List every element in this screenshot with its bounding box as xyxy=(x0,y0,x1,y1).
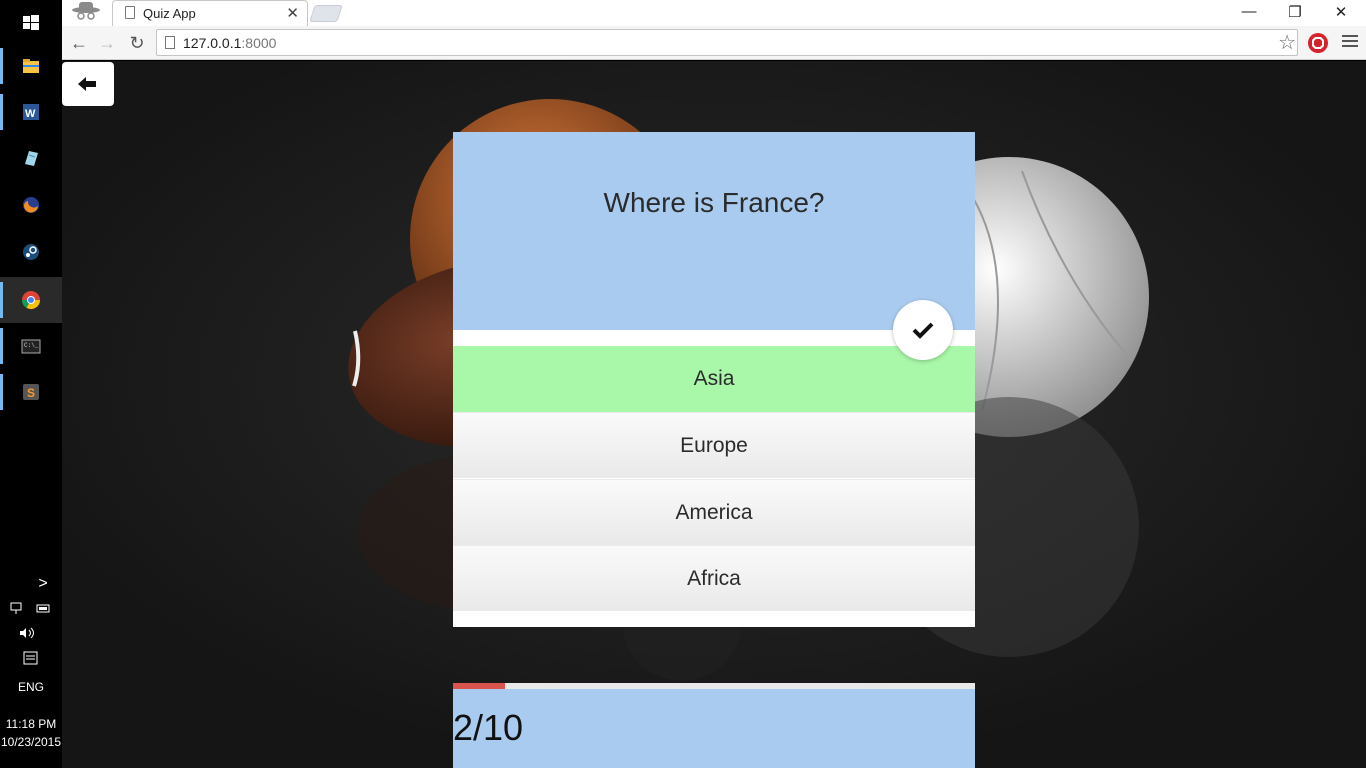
checkmark-icon xyxy=(912,322,934,339)
svg-text:S: S xyxy=(27,386,35,400)
progress-counter: 2/10 xyxy=(453,707,524,748)
steam-icon xyxy=(23,244,39,260)
restore-button[interactable]: ❐ xyxy=(1272,3,1318,21)
page-content: Where is France? Asia Europe America Afr… xyxy=(62,61,1366,768)
minimize-button[interactable]: — xyxy=(1226,3,1272,20)
notifications-icon[interactable] xyxy=(0,650,62,671)
extension-stop-icon[interactable] xyxy=(1308,33,1328,53)
menu-icon[interactable] xyxy=(1342,32,1358,50)
bookmark-star-icon[interactable]: ☆ xyxy=(1278,30,1296,55)
quiz-card: Where is France? Asia Europe America Afr… xyxy=(453,132,975,627)
progress-bar xyxy=(453,683,975,689)
address-host: 127.0.0.1 xyxy=(183,35,242,51)
network-icon xyxy=(10,602,50,614)
close-window-button[interactable]: ✕ xyxy=(1318,3,1364,21)
incognito-icon xyxy=(72,2,100,20)
volume-icon[interactable] xyxy=(0,626,62,643)
tray-chevron-icon[interactable]: > xyxy=(0,575,62,593)
tray-network-battery[interactable] xyxy=(0,601,62,618)
folder-icon xyxy=(23,59,39,73)
progress-bar-fill xyxy=(453,683,506,689)
new-tab-button[interactable] xyxy=(309,5,343,22)
progress-panel: 2/10 xyxy=(453,683,975,768)
word-icon: W xyxy=(23,104,39,120)
browser-toolbar: ← → ↻ 127.0.0.1:8000 ☆ xyxy=(62,26,1366,60)
question-panel: Where is France? xyxy=(453,132,975,330)
taskbar-notepad[interactable] xyxy=(0,135,62,181)
forward-arrow-icon[interactable]: → xyxy=(95,31,119,55)
question-text: Where is France? xyxy=(603,187,825,218)
tab-close-icon[interactable]: ✕ xyxy=(286,4,299,22)
browser-titlebar: Quiz App ✕ — ❐ ✕ xyxy=(62,0,1366,26)
clock-time[interactable]: 11:18 PM xyxy=(0,717,62,731)
answer-option-america[interactable]: America xyxy=(453,479,975,545)
arrow-left-icon xyxy=(78,77,96,91)
firefox-icon xyxy=(23,197,39,213)
back-button[interactable] xyxy=(62,62,114,106)
taskbar-sublime[interactable]: S xyxy=(0,369,62,415)
answer-option-asia[interactable]: Asia xyxy=(453,346,975,412)
page-info-icon[interactable] xyxy=(165,36,175,49)
tab-quiz-app[interactable]: Quiz App ✕ xyxy=(112,0,308,26)
address-port: :8000 xyxy=(241,35,277,51)
answer-option-africa[interactable]: Africa xyxy=(453,545,975,611)
back-arrow-icon[interactable]: ← xyxy=(67,31,91,55)
terminal-icon: C:\_ xyxy=(21,339,41,354)
notepad-icon xyxy=(25,151,38,166)
windows-taskbar: W C:\_ S > ENG 11:18 PM 10/23/2015 xyxy=(0,0,62,768)
taskbar-file-explorer[interactable] xyxy=(0,43,62,89)
tab-title: Quiz App xyxy=(143,6,196,21)
clock-date[interactable]: 10/23/2015 xyxy=(0,735,62,749)
start-button[interactable] xyxy=(0,0,62,46)
svg-text:C:\_: C:\_ xyxy=(24,342,39,349)
sublime-icon: S xyxy=(23,384,39,400)
reload-icon[interactable]: ↻ xyxy=(125,31,149,55)
language-indicator[interactable]: ENG xyxy=(0,680,62,694)
address-text: 127.0.0.1:8000 xyxy=(183,35,276,51)
taskbar-word[interactable]: W xyxy=(0,89,62,135)
answer-check-badge xyxy=(893,300,953,360)
chrome-icon xyxy=(21,291,40,310)
svg-text:W: W xyxy=(25,108,36,120)
taskbar-steam[interactable] xyxy=(0,229,62,275)
page-icon xyxy=(125,6,135,19)
taskbar-chrome[interactable] xyxy=(0,277,62,323)
taskbar-terminal[interactable]: C:\_ xyxy=(0,323,62,369)
windows-logo-icon xyxy=(23,15,39,30)
answer-option-europe[interactable]: Europe xyxy=(453,412,975,478)
address-bar[interactable]: 127.0.0.1:8000 xyxy=(156,29,1298,56)
taskbar-firefox[interactable] xyxy=(0,182,62,228)
